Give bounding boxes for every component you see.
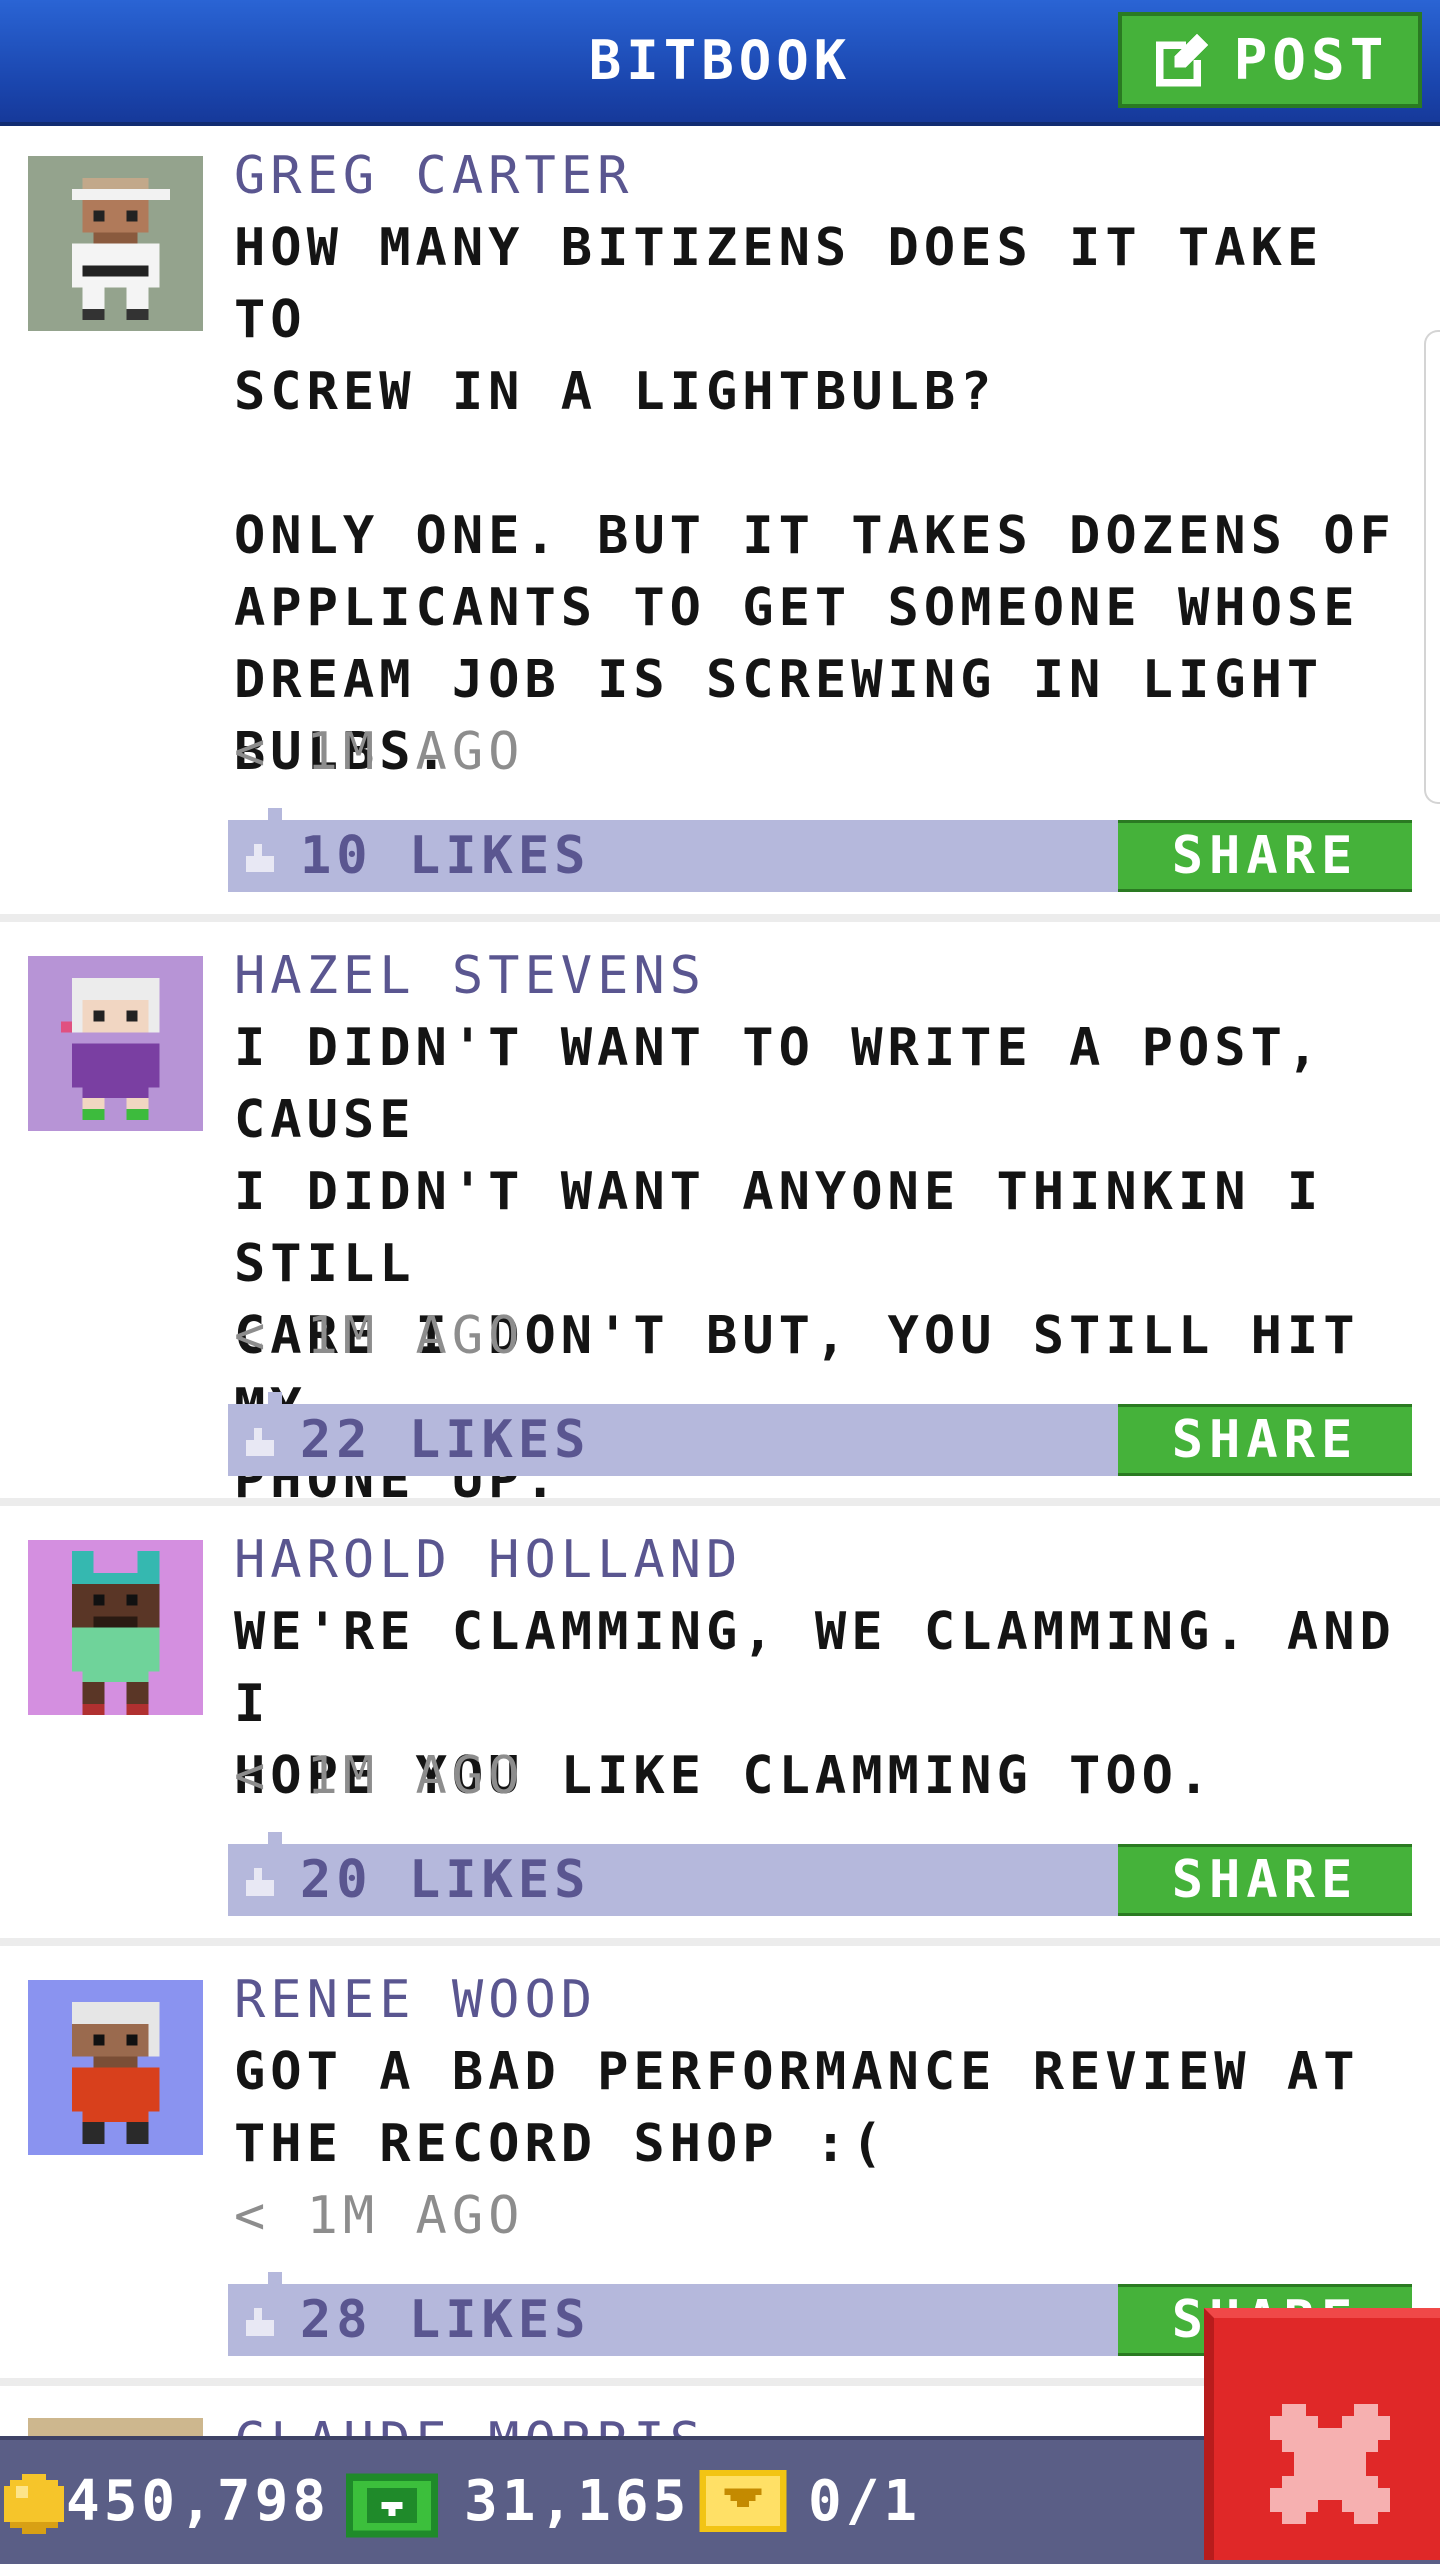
thumbs-up-icon[interactable] (242, 2304, 278, 2336)
post-author[interactable]: GREG CARTER (234, 144, 633, 208)
thumbs-up-icon[interactable] (242, 840, 278, 872)
likes-bar-tab (268, 1392, 282, 1404)
likes-bar: 20 LIKES SHARE (228, 1832, 1412, 1916)
likes-count: 22 LIKES (300, 1410, 591, 1470)
post-text: HOW MANY BITIZENS DOES IT TAKE TO SCREW … (234, 218, 1396, 782)
scroll-indicator[interactable] (1424, 330, 1440, 804)
coin-count: 450,798 (66, 2469, 331, 2534)
close-icon (1270, 2404, 1390, 2524)
post-time: < 1M AGO (234, 1306, 525, 1366)
edit-icon (1155, 33, 1208, 87)
post-divider (0, 914, 1440, 922)
coin-icon (4, 2474, 64, 2534)
likes-bar: 10 LIKES SHARE (228, 808, 1412, 892)
avatar (28, 956, 203, 1131)
share-button[interactable]: SHARE (1118, 1404, 1412, 1476)
ticket-icon (699, 2470, 787, 2532)
likes-bar: 22 LIKES SHARE (228, 1392, 1412, 1476)
avatar (28, 1980, 203, 2155)
likes-bar-tab (268, 808, 282, 820)
likes-count: 10 LIKES (300, 826, 591, 886)
post-author[interactable]: RENEE WOOD (234, 1968, 597, 2032)
bux-count: 31,165 (464, 2469, 691, 2534)
likes-bar-tab (268, 2272, 282, 2284)
post-time: < 1M AGO (234, 722, 525, 782)
post-button-label: POST (1233, 27, 1389, 93)
post-author[interactable]: HAROLD HOLLAND (234, 1528, 742, 1592)
likes-count: 28 LIKES (300, 2290, 591, 2350)
ticket-count: 0/1 (808, 2469, 922, 2534)
post-text: GOT A BAD PERFORMANCE REVIEW AT THE RECO… (234, 2042, 1360, 2174)
thumbs-up-icon[interactable] (242, 1424, 278, 1456)
post-button[interactable]: POST (1118, 12, 1422, 108)
avatar (28, 156, 203, 331)
post-author[interactable]: HAZEL STEVENS (234, 944, 706, 1008)
share-button[interactable]: SHARE (1118, 1844, 1412, 1916)
likes-bar-tab (268, 1832, 282, 1844)
likes-count: 20 LIKES (300, 1850, 591, 1910)
post-time: < 1M AGO (234, 1746, 525, 1806)
avatar (28, 1540, 203, 1715)
header-bar: BITBOOK POST (0, 0, 1440, 126)
bux-icon (346, 2473, 438, 2538)
post-divider (0, 1938, 1440, 1946)
share-button[interactable]: SHARE (1118, 820, 1412, 892)
close-button[interactable] (1204, 2308, 1440, 2560)
post-divider (0, 1498, 1440, 1506)
post-time: < 1M AGO (234, 2186, 525, 2246)
thumbs-up-icon[interactable] (242, 1864, 278, 1896)
